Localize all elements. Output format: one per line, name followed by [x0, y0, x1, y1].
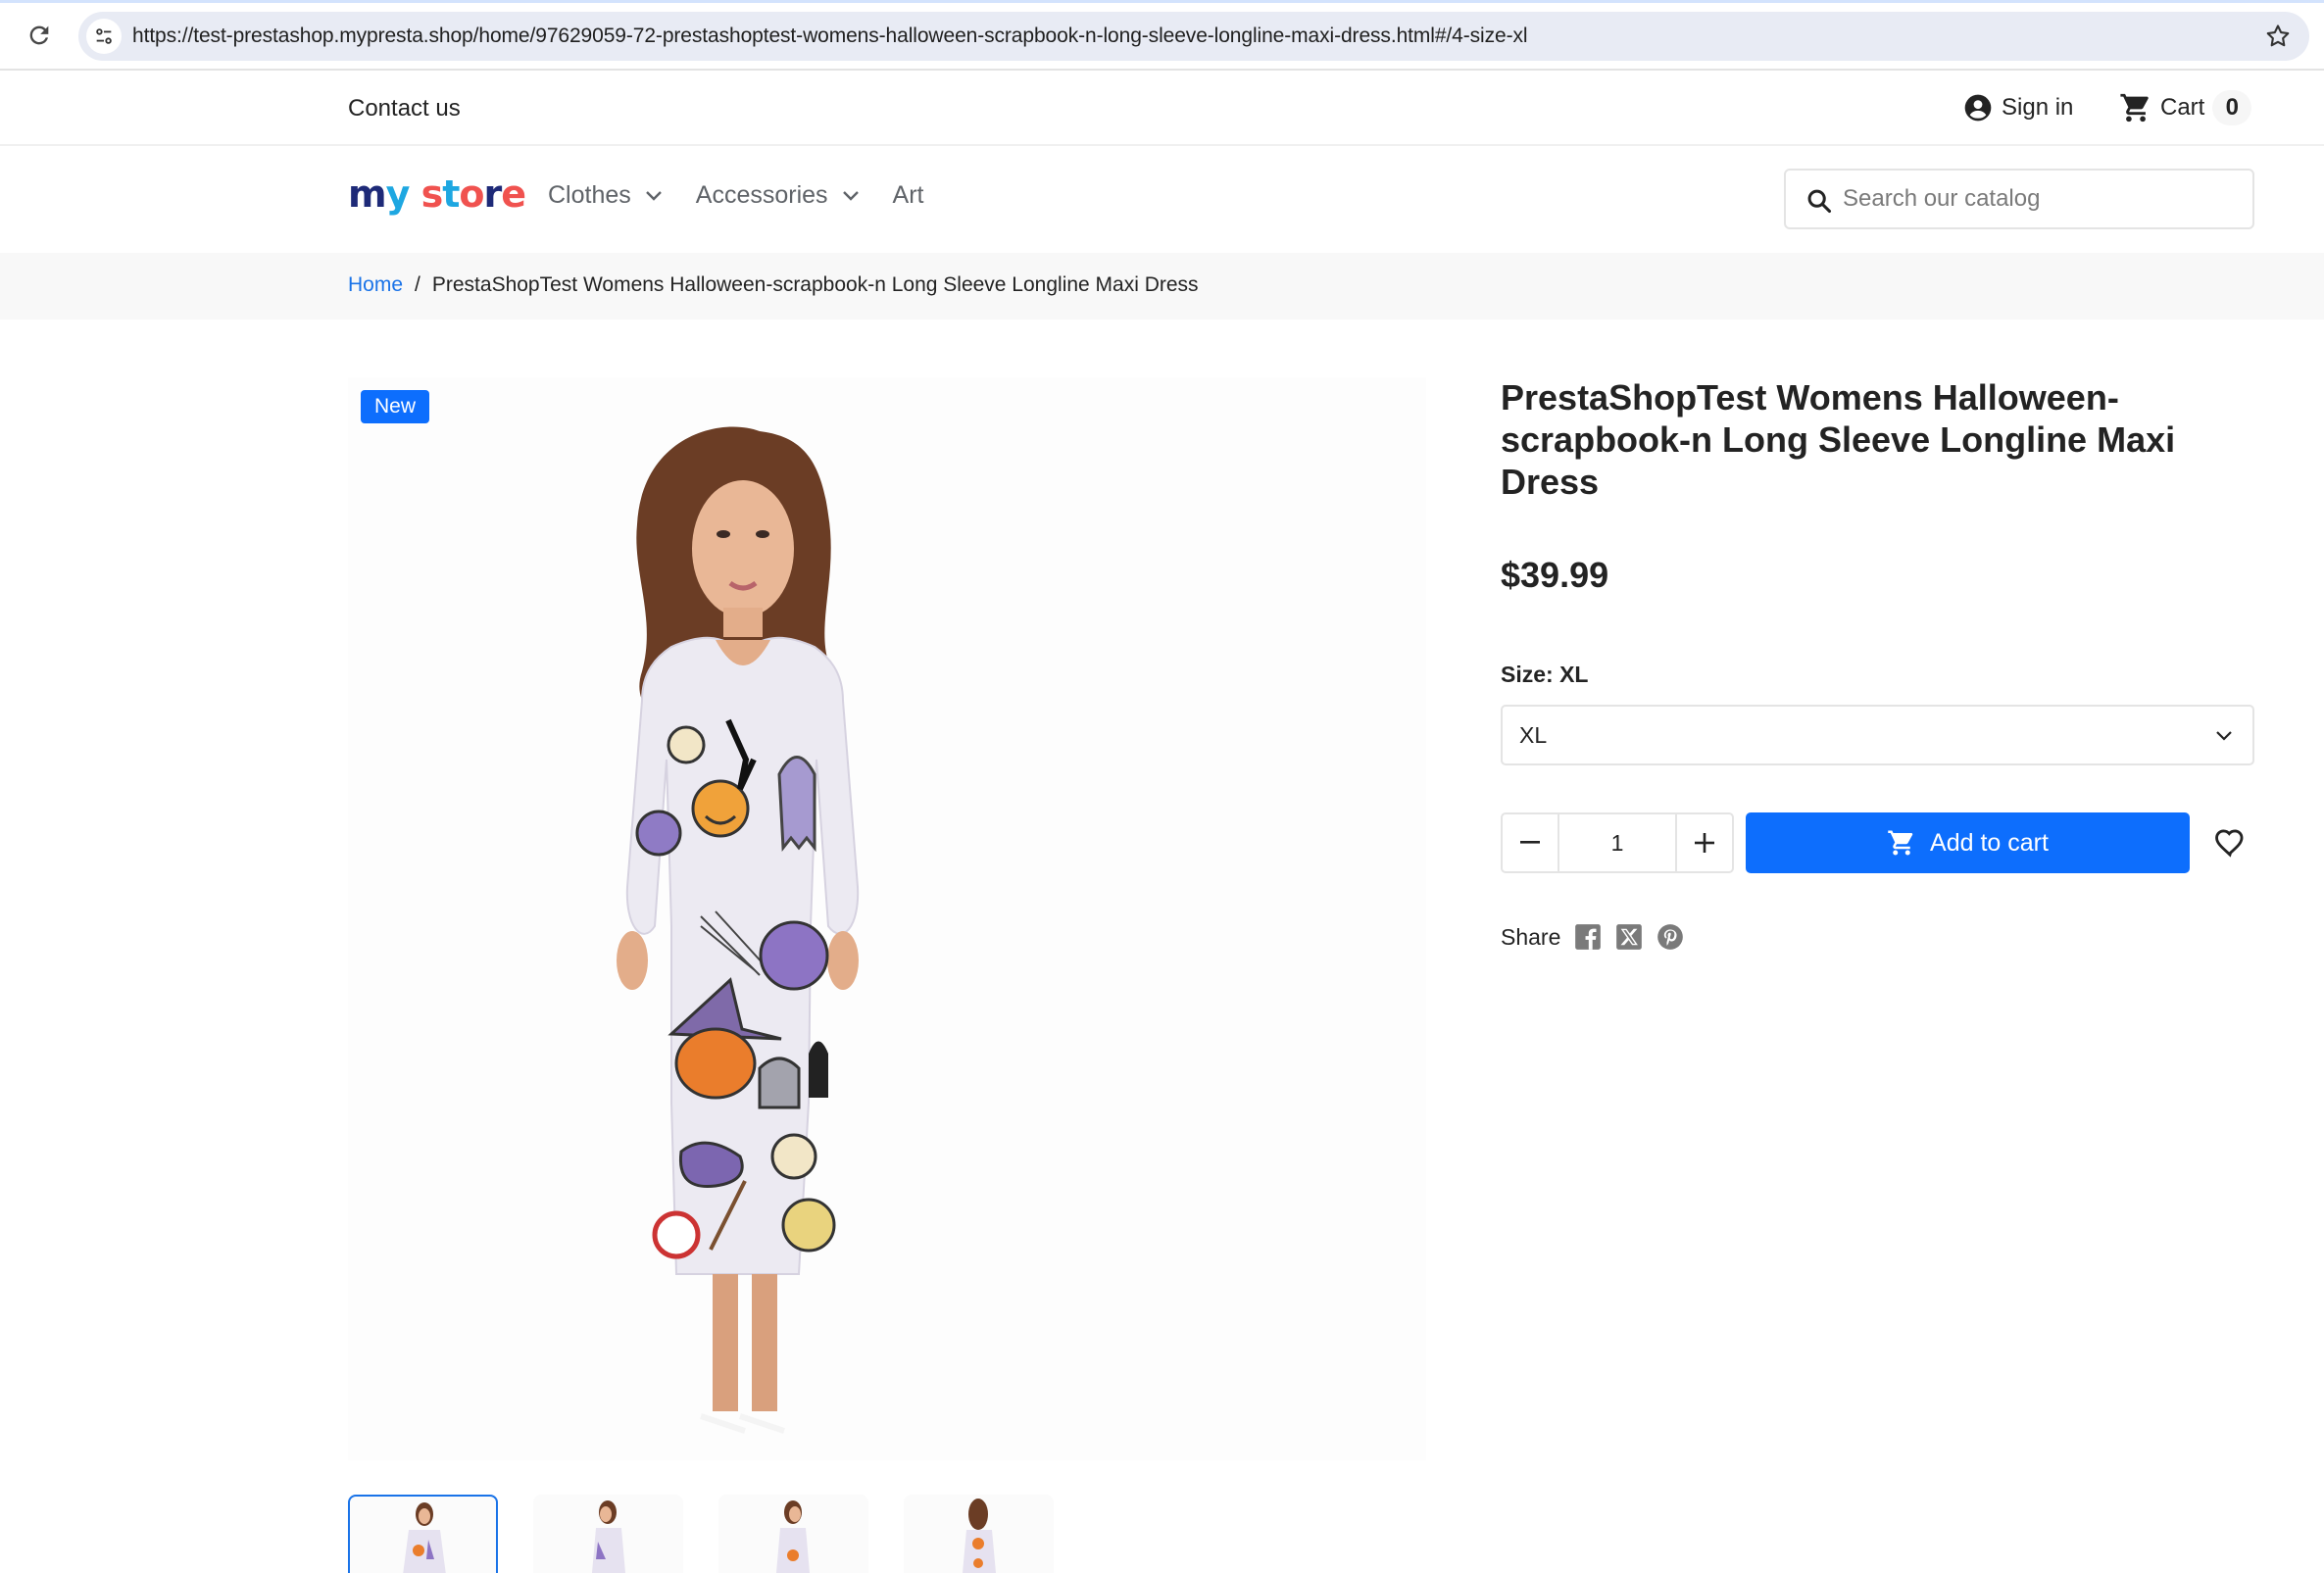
shopping-cart-icon — [1888, 830, 1913, 856]
increase-quantity-button[interactable] — [1675, 814, 1732, 871]
chevron-down-icon[interactable] — [645, 190, 663, 202]
nav-item-clothes[interactable]: Clothes — [548, 181, 663, 210]
x-twitter-icon[interactable] — [1615, 923, 1643, 951]
thumbnail-image — [963, 1499, 996, 1573]
quantity-stepper — [1501, 812, 1734, 873]
logo-letter: r — [483, 172, 503, 216]
logo-letter: s — [420, 172, 444, 216]
nav-item-label: Art — [892, 181, 924, 209]
search-icon[interactable] — [1805, 187, 1833, 215]
breadcrumb-current: PrestaShopTest Womens Halloween-scrapboo… — [431, 273, 1199, 296]
product-main-image[interactable] — [348, 377, 1426, 1460]
search-input[interactable] — [1843, 171, 2235, 227]
address-bar[interactable]: https://test-prestashop.mypresta.shop/ho… — [78, 12, 2309, 61]
chevron-down-icon[interactable] — [842, 190, 860, 202]
tab-strip-edge — [0, 0, 2324, 3]
share-section: Share — [1501, 923, 1684, 951]
logo-letter: e — [501, 172, 526, 216]
facebook-icon[interactable] — [1574, 923, 1602, 951]
thumbnail-side-right[interactable] — [718, 1495, 868, 1573]
plus-icon — [1695, 833, 1714, 853]
thumbnail-image — [776, 1500, 810, 1573]
cart-label: Cart — [2160, 94, 2205, 121]
pinterest-icon[interactable] — [1656, 923, 1684, 951]
main-navigation: my store Clothes Accessories Art — [0, 146, 2324, 252]
breadcrumb-separator: / — [415, 273, 420, 296]
logo-letter — [409, 172, 420, 216]
nav-item-label: Accessories — [695, 181, 828, 209]
breadcrumb: Home / PrestaShopTest Womens Halloween-s… — [0, 253, 2324, 320]
shopping-cart-icon — [2120, 93, 2149, 123]
category-menu: Clothes Accessories Art — [548, 181, 957, 210]
store-logo[interactable]: my store — [348, 172, 526, 216]
logo-letter: m — [348, 172, 387, 216]
decrease-quantity-button[interactable] — [1503, 814, 1559, 871]
sign-in-link[interactable]: Sign in — [1962, 92, 2073, 123]
add-to-cart-label: Add to cart — [1930, 828, 2049, 857]
search-widget — [1784, 169, 2254, 229]
new-product-badge: New — [361, 390, 429, 423]
header-top-bar: Contact us Sign in Cart 0 — [0, 71, 2324, 146]
breadcrumb-home-link[interactable]: Home — [348, 273, 403, 297]
cart-count-badge: 0 — [2212, 90, 2252, 125]
size-select[interactable]: XL — [1501, 705, 2254, 765]
nav-item-accessories[interactable]: Accessories — [696, 181, 860, 210]
chevron-down-icon — [2216, 731, 2232, 741]
size-select-value: XL — [1519, 722, 1548, 748]
quantity-input[interactable] — [1559, 814, 1675, 871]
thumbnail-image — [592, 1500, 625, 1573]
sign-in-label: Sign in — [2002, 94, 2074, 121]
logo-letter: t — [442, 172, 460, 216]
url-text[interactable]: https://test-prestashop.mypresta.shop/ho… — [132, 25, 1528, 48]
thumbnail-gallery — [348, 1495, 1054, 1573]
wishlist-heart-icon[interactable] — [2213, 826, 2247, 860]
bookmark-star-icon[interactable] — [2264, 23, 2292, 50]
thumbnail-image — [403, 1502, 446, 1573]
logo-letter: y — [385, 172, 411, 216]
user-account-icon — [1964, 94, 1992, 122]
product-title: PrestaShopTest Womens Halloween-scrapboo… — [1501, 377, 2176, 502]
logo-letter: o — [459, 172, 484, 216]
add-to-cart-button[interactable]: Add to cart — [1746, 812, 2190, 873]
reload-icon[interactable] — [25, 22, 53, 49]
nav-item-label: Clothes — [548, 181, 631, 209]
browser-toolbar: https://test-prestashop.mypresta.shop/ho… — [0, 0, 2324, 71]
thumbnail-front[interactable] — [348, 1495, 498, 1573]
dress-model-illustration — [617, 426, 860, 1434]
product-price: $39.99 — [1501, 555, 1609, 595]
thumbnail-back[interactable] — [904, 1495, 1054, 1573]
thumbnail-side-left[interactable] — [533, 1495, 683, 1573]
minus-icon — [1520, 841, 1540, 844]
share-label: Share — [1501, 923, 1561, 950]
contact-us-link[interactable]: Contact us — [348, 95, 461, 123]
size-label: Size: XL — [1501, 662, 1589, 687]
nav-item-art[interactable]: Art — [893, 181, 924, 210]
cart-link[interactable]: Cart 0 — [2119, 90, 2252, 125]
site-info-icon[interactable] — [86, 19, 122, 54]
